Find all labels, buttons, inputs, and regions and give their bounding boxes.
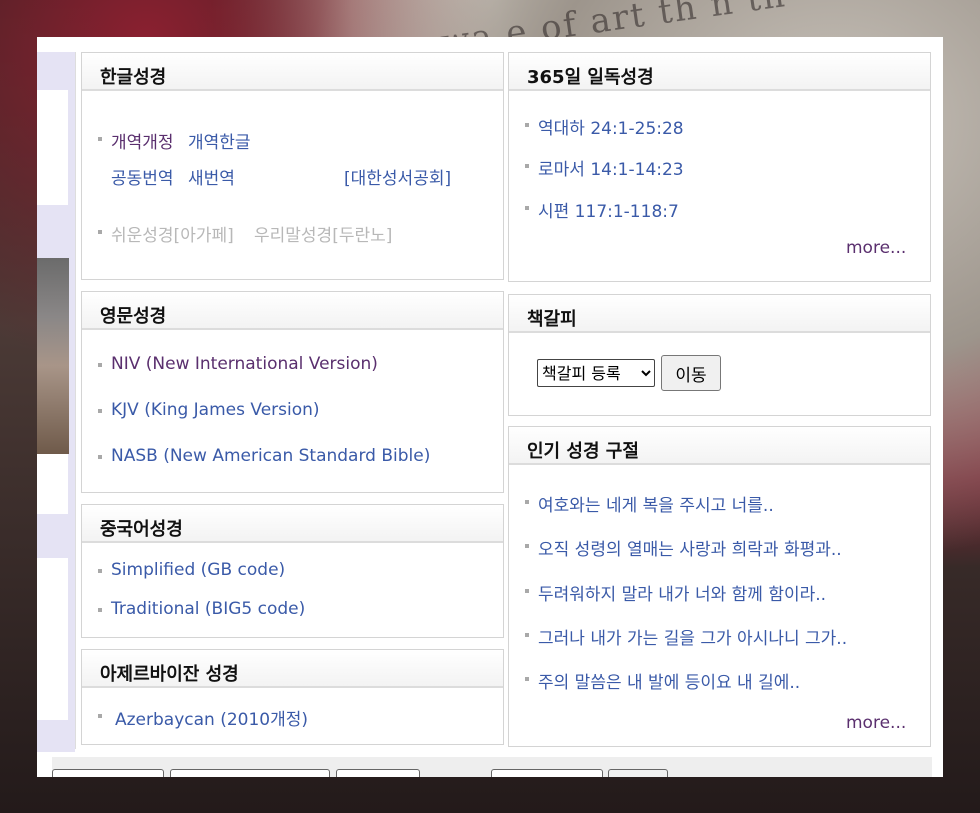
bullet-icon [525, 500, 529, 504]
left-strip-panel [37, 454, 68, 514]
daily-reading-3[interactable]: 시편 117:1-118:7 [538, 197, 679, 222]
left-strip-panel [37, 558, 68, 720]
bullet-icon [98, 714, 102, 718]
daily-reading-1[interactable]: 역대하 24:1-25:28 [538, 114, 684, 139]
box-title: 아제르바이잔 성경 [100, 664, 239, 685]
box-title: 365일 일독성경 [527, 67, 654, 88]
box-header: 중국어성경 [82, 505, 503, 543]
box-header: 책갈피 [509, 295, 930, 333]
bullet-icon [98, 455, 102, 459]
popular-verse-5[interactable]: 주의 말씀은 내 발에 등이요 내 길에.. [538, 668, 800, 693]
link-easy-bible: 쉬운성경[아가페] [111, 226, 234, 246]
box-title: 인기 성경 구절 [527, 441, 639, 462]
link-nasb[interactable]: NASB (New American Standard Bible) [111, 446, 430, 466]
box-title: 중국어성경 [100, 519, 183, 540]
link-gongdong-beonyeok[interactable]: 공동번역 [111, 164, 174, 189]
korean-bible-box: 한글성경 개역개정 개역한글 공동번역 새번역 [대한성서공회] 쉬운성경[아가… [81, 52, 504, 280]
box-title: 영문성경 [100, 306, 167, 327]
daily-more-link[interactable]: more... [846, 238, 906, 258]
bullet-icon [525, 633, 529, 637]
box-header: 아제르바이잔 성경 [82, 650, 503, 688]
box-title: 한글성경 [100, 67, 167, 88]
link-sae-beonyeok[interactable]: 새번역 [188, 164, 235, 189]
bookmark-select[interactable]: 책갈피 등록 [537, 359, 655, 387]
box-header: 365일 일독성경 [509, 53, 930, 91]
bullet-icon [525, 206, 529, 210]
popular-verses-box: 인기 성경 구절 여호와는 네게 복을 주시고 너를.. 오직 성령의 열매는 … [508, 426, 931, 747]
bullet-icon [98, 363, 102, 367]
link-urimal-bible: 우리말성경[두란노] [254, 226, 393, 246]
compare-select[interactable] [491, 769, 603, 777]
divider [75, 52, 76, 749]
english-bible-box: 영문성경 NIV (New International Version) KJV… [81, 291, 504, 493]
link-niv[interactable]: NIV (New International Version) [111, 354, 378, 374]
bullet-icon [98, 608, 102, 612]
left-strip-panel [37, 90, 68, 205]
popular-verse-4[interactable]: 그러나 내가 가는 길을 그가 아시나니 그가.. [538, 624, 847, 649]
popular-more-link[interactable]: more... [846, 713, 906, 733]
bottom-search-bar [52, 757, 932, 777]
bullet-icon [98, 569, 102, 573]
bullet-icon [98, 137, 102, 141]
bookmark-box: 책갈피 책갈피 등록 이동 [508, 294, 931, 416]
box-header: 인기 성경 구절 [509, 427, 930, 465]
popular-verse-3[interactable]: 두려워하지 말라 내가 너와 함께 함이라.. [538, 580, 826, 605]
popular-verse-1[interactable]: 여호와는 네게 복을 주시고 너를.. [538, 491, 774, 516]
link-bible-society[interactable]: [대한성서공회] [344, 164, 451, 189]
left-strip-image [37, 258, 69, 454]
link-simplified[interactable]: Simplified (GB code) [111, 560, 285, 580]
version-select[interactable] [52, 769, 164, 777]
bullet-icon [98, 409, 102, 413]
daily-reading-box: 365일 일독성경 역대하 24:1-25:28 로마서 14:1-14:23 … [508, 52, 931, 282]
box-header: 영문성경 [82, 292, 503, 330]
bookmark-go-button[interactable]: 이동 [661, 355, 721, 391]
bullet-icon [525, 164, 529, 168]
box-header: 한글성경 [82, 53, 503, 91]
bullet-icon [525, 544, 529, 548]
azerbaijani-bible-box: 아제르바이잔 성경 Azerbaycan (2010개정) [81, 649, 504, 745]
chapter-select[interactable] [336, 769, 420, 777]
chinese-bible-box: 중국어성경 Simplified (GB code) Traditional (… [81, 504, 504, 638]
link-azerbaycan[interactable]: Azerbaycan (2010개정) [115, 705, 308, 730]
link-kjv[interactable]: KJV (King James Version) [111, 400, 320, 420]
popular-verse-2[interactable]: 오직 성령의 열매는 사랑과 희락과 화평과.. [538, 535, 842, 560]
book-select[interactable] [170, 769, 330, 777]
search-go-button[interactable] [608, 769, 668, 777]
link-gaeyeok-hangeul[interactable]: 개역한글 [188, 128, 251, 153]
box-title: 책갈피 [527, 309, 577, 330]
page: 한글성경 개역개정 개역한글 공동번역 새번역 [대한성서공회] 쉬운성경[아가… [37, 37, 943, 777]
left-sidebar-strip [37, 52, 75, 752]
daily-reading-2[interactable]: 로마서 14:1-14:23 [538, 155, 684, 180]
link-traditional[interactable]: Traditional (BIG5 code) [111, 599, 305, 619]
bullet-icon [525, 589, 529, 593]
bullet-icon [525, 677, 529, 681]
bullet-icon [525, 123, 529, 127]
bullet-icon [98, 230, 102, 234]
link-gaeyeok-gaejeong[interactable]: 개역개정 [111, 128, 174, 153]
